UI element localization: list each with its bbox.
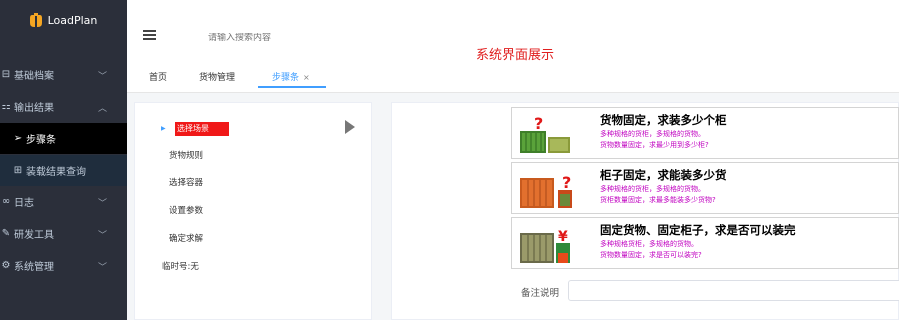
step-select-scenario[interactable]: 选择场景 <box>175 122 229 136</box>
sidebar-item-label: 装载结果查询 <box>26 167 86 178</box>
step-confirm-solve[interactable]: 确定求解 <box>169 232 203 244</box>
scenario-card-fixed-container[interactable]: ? 柜子固定，求能装多少货 多种规格的货柜，多规格的货物。 货柜数量固定，求最多… <box>511 162 899 214</box>
send-icon: ➢ <box>13 133 23 144</box>
svg-text:¥: ¥ <box>558 229 568 245</box>
sidebar-item-system-management[interactable]: ⚙ 系统管理 ﹀ <box>0 250 127 281</box>
sidebar-item-label: 基础档案 <box>14 71 54 82</box>
temp-number: 临时号:无 <box>162 262 199 272</box>
chevron-down-icon: ﹀ <box>97 263 107 273</box>
sidebar-item-output-results[interactable]: ⚏ 输出结果 ︿ <box>0 91 127 122</box>
table-icon: ⊞ <box>13 165 23 176</box>
card-title: 固定货物、固定柜子，求是否可以装完 <box>600 223 796 237</box>
chevron-down-icon: ﹀ <box>97 72 107 82</box>
sidebar-item-label: 系统管理 <box>14 262 54 273</box>
search-input[interactable] <box>208 33 408 43</box>
card-description: 多种规格的货柜，多规格的货物。 <box>600 130 705 138</box>
step-set-parameters[interactable]: 设置参数 <box>169 204 203 216</box>
sidebar: LoadPlan ⊟ 基础档案 ﹀ ⚏ 输出结果 ︿ ➢ 步骤条 ⊞ 装载结果查… <box>0 0 127 320</box>
container-question-icon: ? <box>520 114 570 153</box>
tab-home[interactable]: 首页 <box>149 70 167 83</box>
output-icon: ⚏ <box>1 101 11 112</box>
logo-icon <box>29 13 42 27</box>
archive-icon: ⊟ <box>1 69 11 80</box>
remark-label: 备注说明 <box>521 288 560 299</box>
steps-panel: ▶ 选择场景 货物规则 选择容器 设置参数 确定求解 临时号:无 <box>134 102 372 320</box>
card-title: 货物固定，求装多少个柜 <box>600 113 727 127</box>
card-description: 多种规格货柜，多规格的货物。 <box>600 240 698 248</box>
svg-text:?: ? <box>534 114 543 133</box>
card-description: 货物数量固定，求是否可以装完? <box>600 251 702 259</box>
current-step-icon: ▶ <box>161 125 166 132</box>
sidebar-item-label: 研发工具 <box>14 230 54 241</box>
app-logo[interactable]: LoadPlan <box>0 0 127 40</box>
active-tab-indicator <box>258 86 326 88</box>
card-description: 货物数量固定，求最少用到多少柜? <box>600 141 709 149</box>
step-goods-rules[interactable]: 货物规则 <box>169 149 203 161</box>
chevron-up-icon: ︿ <box>97 104 107 114</box>
sidebar-item-load-result-query[interactable]: ⊞ 装载结果查询 <box>0 155 127 186</box>
sidebar-item-dev-tools[interactable]: ✎ 研发工具 ﹀ <box>0 218 127 249</box>
chevron-down-icon: ﹀ <box>97 199 107 209</box>
remark-input[interactable] <box>568 280 899 301</box>
chevron-down-icon: ﹀ <box>97 231 107 241</box>
tab-label: 步骤条 <box>272 73 300 83</box>
log-icon: ∞ <box>1 196 11 207</box>
svg-text:?: ? <box>562 173 571 192</box>
sidebar-item-log[interactable]: ∞ 日志 ﹀ <box>0 186 127 217</box>
sidebar-item-steps[interactable]: ➢ 步骤条 <box>0 123 127 154</box>
hamburger-menu-icon[interactable] <box>143 30 156 41</box>
tool-icon: ✎ <box>1 228 11 239</box>
card-title: 柜子固定，求能装多少货 <box>600 168 727 182</box>
app-name: LoadPlan <box>47 13 98 27</box>
close-icon[interactable]: × <box>303 73 310 82</box>
card-description: 货柜数量固定，求最多能装多少货物? <box>600 196 716 204</box>
step-select-container[interactable]: 选择容器 <box>169 176 203 188</box>
tab-bar: 首页 货物管理 步骤条 × <box>127 60 899 93</box>
sidebar-item-basic-archive[interactable]: ⊟ 基础档案 ﹀ <box>0 59 127 90</box>
scenario-card-fixed-both[interactable]: ¥ 固定货物、固定柜子，求是否可以装完 多种规格货柜，多规格的货物。 货物数量固… <box>511 217 899 269</box>
container-question-icon: ¥ <box>520 229 570 263</box>
sidebar-item-label: 输出结果 <box>14 103 54 114</box>
play-icon[interactable] <box>345 120 355 134</box>
card-description: 多种规格的货柜，多规格的货物。 <box>600 185 705 193</box>
gear-icon: ⚙ <box>1 260 11 271</box>
tab-steps[interactable]: 步骤条 × <box>272 70 310 83</box>
scenario-card-fixed-goods[interactable]: ? 货物固定，求装多少个柜 多种规格的货柜，多规格的货物。 货物数量固定，求最少… <box>511 107 899 159</box>
sidebar-item-label: 步骤条 <box>26 135 56 146</box>
tab-goods-management[interactable]: 货物管理 <box>199 70 235 83</box>
sidebar-item-label: 日志 <box>14 198 34 209</box>
container-question-icon: ? <box>520 173 572 208</box>
